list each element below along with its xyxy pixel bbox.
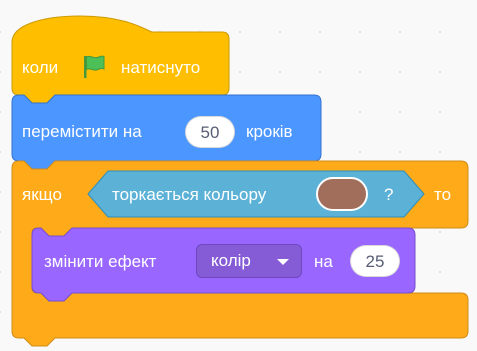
if-label: якщо — [22, 185, 62, 204]
when-label: коли — [22, 58, 59, 77]
change-effect-label: змінити ефект — [44, 252, 157, 271]
caret-down-icon — [277, 259, 289, 265]
by-label: на — [314, 252, 333, 271]
green-flag-icon — [80, 53, 108, 81]
question-mark-label: ? — [384, 185, 394, 204]
move-label: перемістити на — [22, 122, 142, 141]
clicked-label: натиснуто — [121, 58, 201, 77]
script-canvas — [11, 15, 469, 347]
effect-amount-input[interactable]: 25 — [350, 245, 400, 277]
color-swatch[interactable] — [316, 177, 368, 211]
effect-dropdown-value: колір — [211, 251, 251, 270]
steps-unit-label: кроків — [246, 122, 293, 141]
touching-color-label: торкається кольору — [112, 185, 267, 204]
steps-input[interactable]: 50 — [185, 116, 235, 148]
effect-dropdown[interactable]: колір — [196, 244, 302, 278]
then-label: то — [434, 185, 452, 204]
